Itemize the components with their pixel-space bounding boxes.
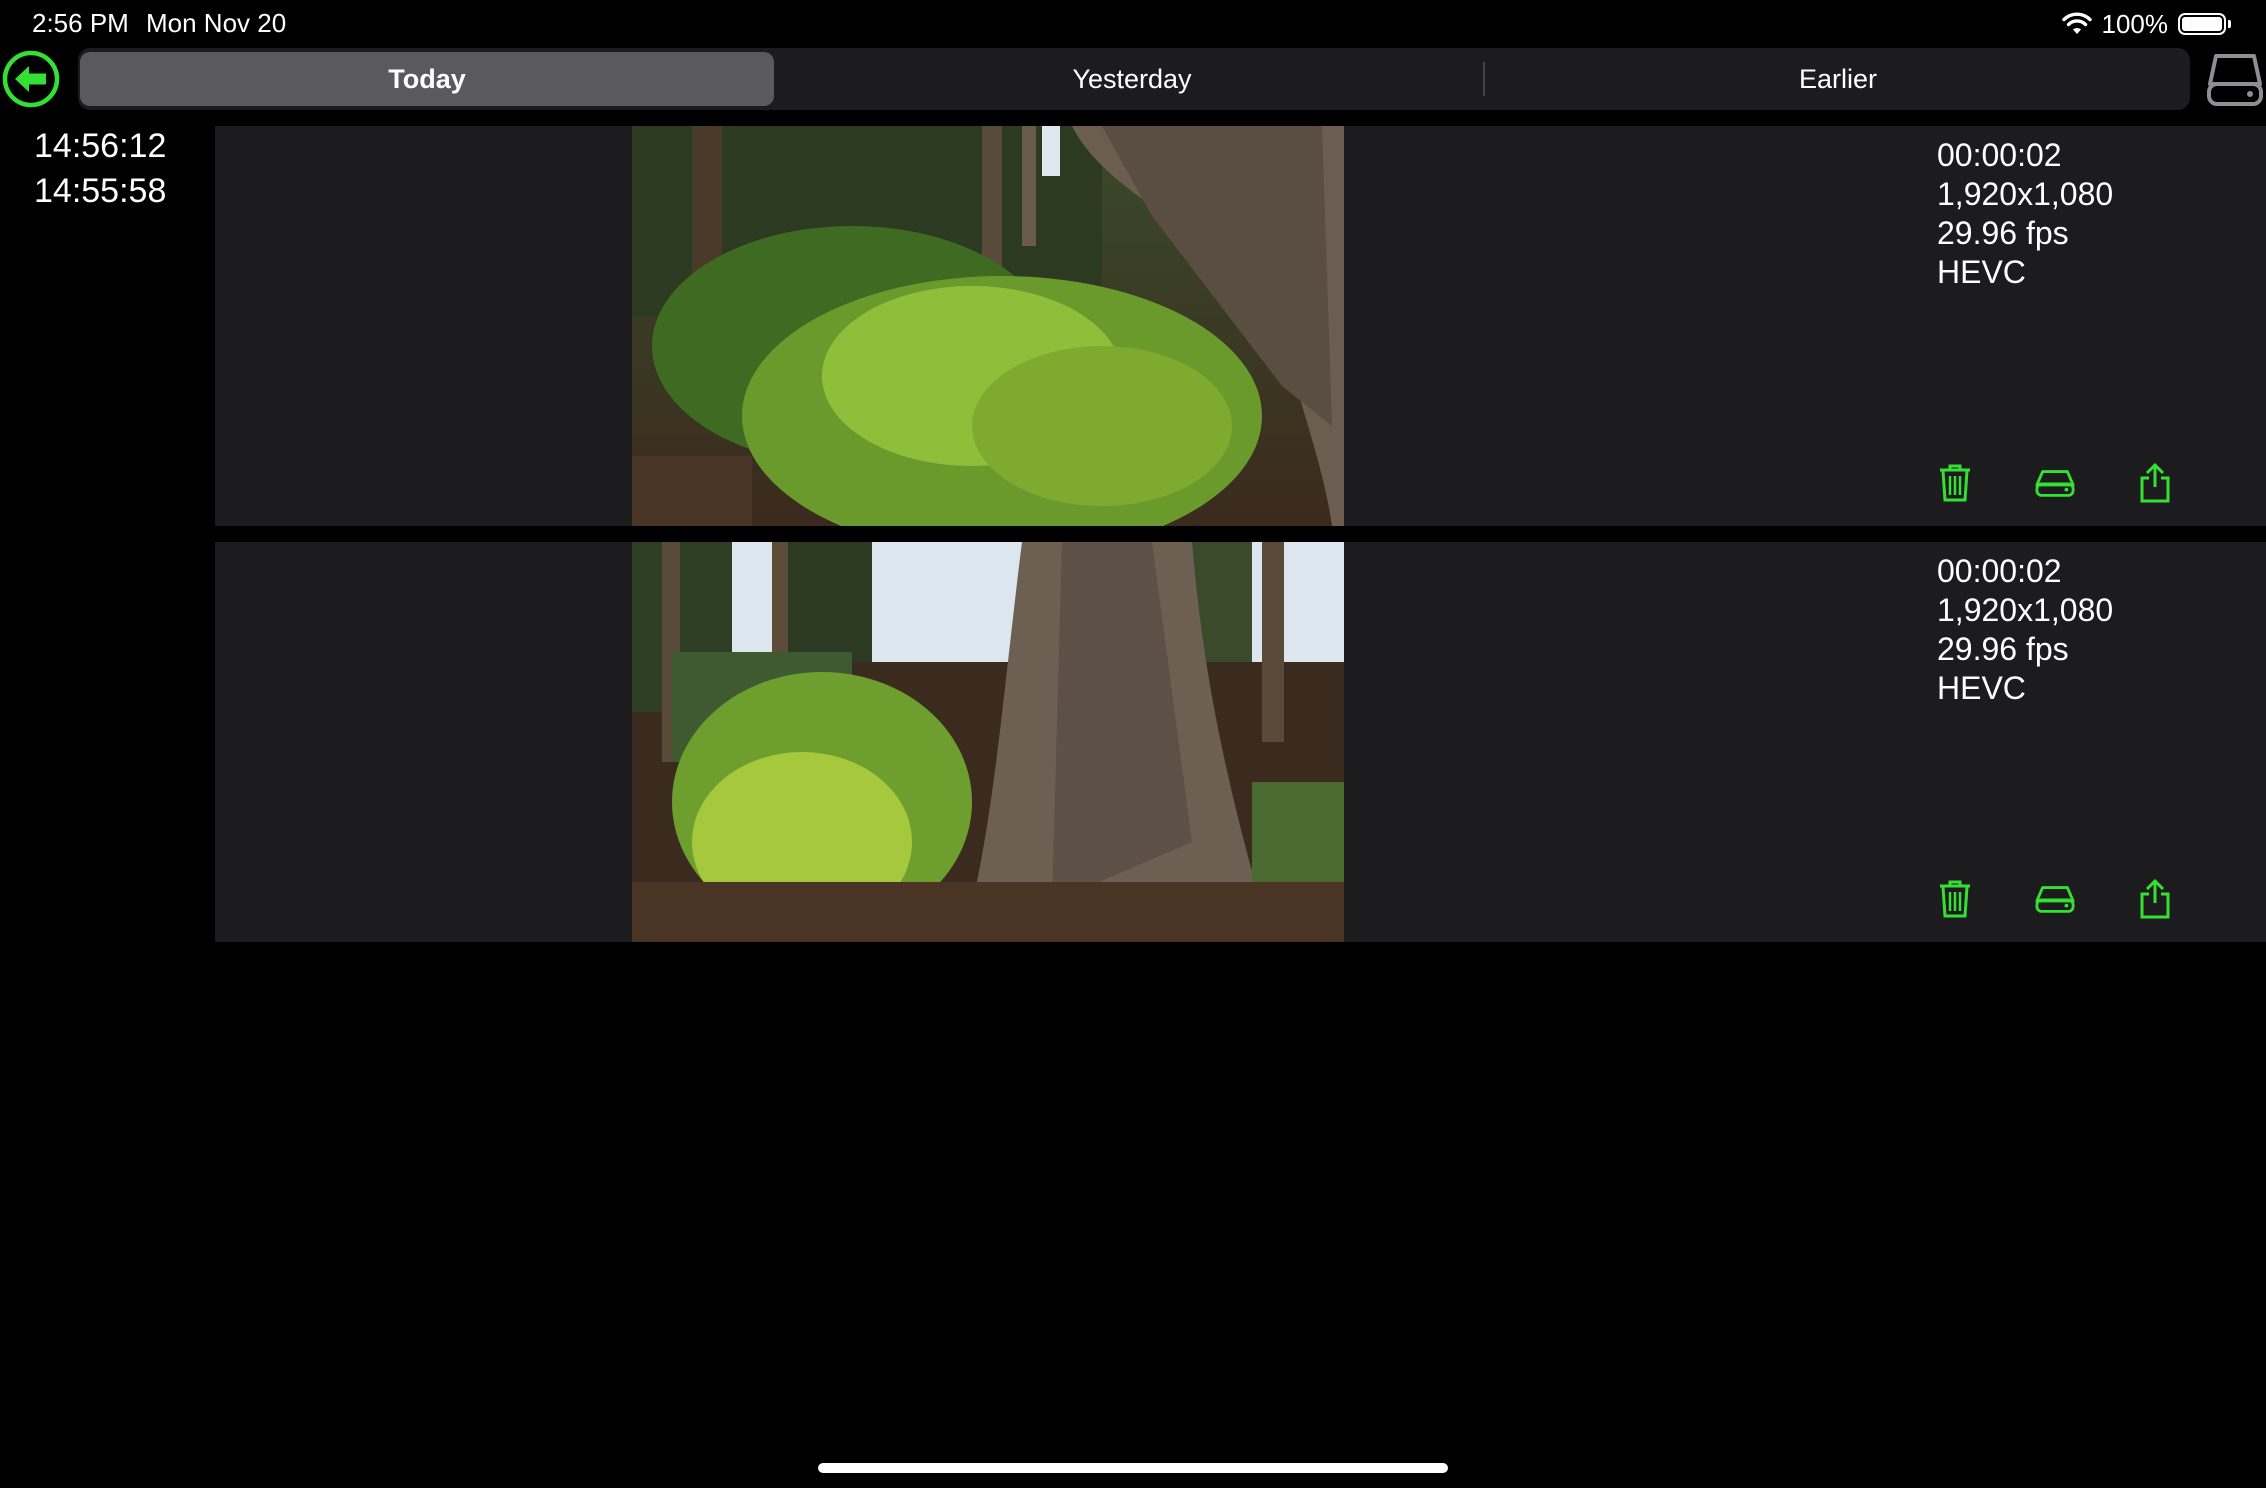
video-row: 00:00:02 1,920x1,080 29.96 fps HEVC	[215, 126, 2266, 526]
video-thumbnail[interactable]	[632, 542, 1344, 942]
date-segmented-control: Today Yesterday Earlier	[78, 48, 2190, 110]
tab-earlier[interactable]: Earlier	[1486, 48, 2190, 110]
drive-icon[interactable]	[2035, 461, 2075, 505]
battery-icon	[2178, 13, 2231, 35]
video-fps: 29.96 fps	[1937, 631, 2069, 667]
video-thumbnail[interactable]	[632, 126, 1344, 526]
share-icon[interactable]	[2135, 877, 2175, 921]
video-codec: HEVC	[1937, 254, 2026, 290]
trash-icon[interactable]	[1935, 461, 1975, 505]
status-date: Mon Nov 20	[146, 8, 287, 38]
video-codec: HEVC	[1937, 670, 2026, 706]
wifi-icon	[2061, 12, 2092, 34]
home-indicator[interactable]	[818, 1463, 1448, 1473]
external-drive-icon[interactable]	[2204, 48, 2266, 110]
row-actions	[1935, 461, 2175, 505]
time-entry[interactable]: 14:56:12	[34, 127, 166, 166]
video-resolution: 1,920x1,080	[1937, 176, 2114, 212]
back-arrow-icon[interactable]	[2, 50, 60, 108]
status-indicators: 100%	[2061, 8, 2231, 40]
segment-divider	[1483, 62, 1485, 96]
time-entry[interactable]: 14:55:58	[34, 172, 166, 211]
video-resolution: 1,920x1,080	[1937, 592, 2114, 628]
trash-icon[interactable]	[1935, 877, 1975, 921]
video-info: 00:00:02 1,920x1,080 29.96 fps HEVC	[1937, 552, 2113, 708]
video-fps: 29.96 fps	[1937, 215, 2069, 251]
video-duration: 00:00:02	[1937, 553, 2062, 589]
share-icon[interactable]	[2135, 461, 2175, 505]
row-actions	[1935, 877, 2175, 921]
video-duration: 00:00:02	[1937, 137, 2062, 173]
drive-icon[interactable]	[2035, 877, 2075, 921]
battery-percent: 100%	[2101, 8, 2169, 39]
status-time: 2:56 PM	[32, 8, 129, 38]
video-row: 00:00:02 1,920x1,080 29.96 fps HEVC	[215, 542, 2266, 942]
video-info: 00:00:02 1,920x1,080 29.96 fps HEVC	[1937, 136, 2113, 292]
tab-today[interactable]: Today	[80, 52, 774, 106]
tab-yesterday[interactable]: Yesterday	[782, 48, 1482, 110]
